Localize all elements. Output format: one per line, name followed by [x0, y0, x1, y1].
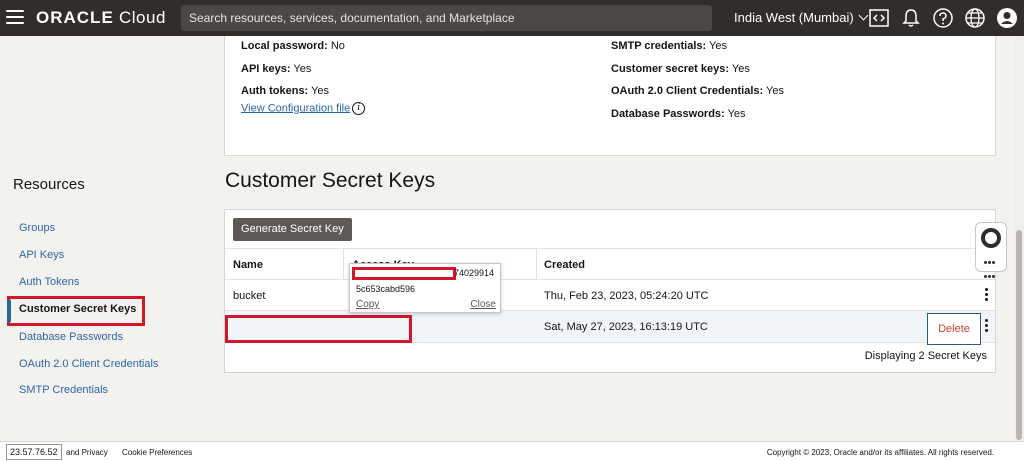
- table-footer-count: Displaying 2 Secret Keys: [864, 350, 987, 362]
- search-input[interactable]: Search resources, services, documentatio…: [181, 5, 712, 31]
- smtp-detail: SMTP credentials: Yes: [611, 40, 727, 52]
- row-created: Thu, Feb 23, 2023, 05:24:20 UTC: [544, 290, 709, 302]
- globe-icon[interactable]: [964, 7, 986, 29]
- sidebar-item-database-passwords[interactable]: Database Passwords: [19, 331, 123, 343]
- help-icon[interactable]: [932, 7, 954, 29]
- secret-keys-table: Generate Secret Key Name Access Key Crea…: [224, 209, 996, 373]
- active-indicator: [7, 300, 11, 322]
- column-header-name[interactable]: Name: [233, 259, 263, 271]
- hamburger-menu-icon[interactable]: [6, 10, 24, 24]
- copyright-text: Copyright © 2023, Oracle and/or its affi…: [766, 448, 994, 457]
- bell-icon[interactable]: [900, 7, 922, 29]
- row-actions-icon[interactable]: [985, 288, 989, 302]
- cookie-preferences-link[interactable]: Cookie Preferences: [122, 448, 192, 457]
- delete-menu-item[interactable]: Delete: [927, 313, 981, 345]
- column-divider: [343, 248, 344, 280]
- sidebar-item-oauth-credentials[interactable]: OAuth 2.0 Client Credentials: [19, 358, 158, 370]
- help-widget[interactable]: [975, 222, 1007, 278]
- ip-address-tooltip: 23.57.76.52: [6, 444, 62, 460]
- user-avatar-icon[interactable]: [996, 7, 1018, 29]
- scrollbar-thumb[interactable]: [1016, 230, 1022, 440]
- highlight-annotation: [7, 296, 145, 326]
- row-name: bucket: [233, 290, 266, 302]
- scrollbar[interactable]: [1014, 36, 1024, 441]
- copy-link[interactable]: Copy: [356, 299, 379, 310]
- view-configuration-link[interactable]: View Configuration file i: [241, 102, 366, 115]
- row-actions-icon[interactable]: [985, 319, 989, 333]
- generate-secret-key-button[interactable]: Generate Secret Key: [233, 218, 352, 241]
- sidebar-item-api-keys[interactable]: API Keys: [19, 249, 64, 261]
- db-passwords-detail: Database Passwords: Yes: [611, 108, 746, 120]
- access-key-suffix: 74029914: [454, 268, 495, 278]
- page-title: Customer Secret Keys: [225, 169, 436, 192]
- api-keys-detail: API keys: Yes: [241, 63, 312, 75]
- customer-secret-detail: Customer secret keys: Yes: [611, 63, 750, 75]
- column-header-created[interactable]: Created: [544, 259, 585, 271]
- lifebuoy-icon: [981, 228, 1001, 248]
- oauth-detail: OAuth 2.0 Client Credentials: Yes: [611, 85, 785, 97]
- region-selector[interactable]: India West (Mumbai): [734, 10, 869, 25]
- oracle-cloud-logo[interactable]: ORACLE Cloud: [36, 8, 166, 28]
- local-password-detail: Local password: No: [241, 40, 345, 52]
- access-key-line: 5c653cabd596: [356, 284, 416, 294]
- footer-bar: 23.57.76.52 and Privacy Cookie Preferenc…: [0, 441, 1024, 461]
- top-navigation-bar: ORACLE Cloud Search resources, services,…: [0, 0, 1024, 36]
- access-key-popup: 74029914 5c653cabd596 Copy Close: [349, 263, 501, 313]
- resources-title: Resources: [13, 176, 85, 193]
- grid-dots-icon: [984, 255, 998, 278]
- user-details-card: Local password: No API keys: Yes Auth to…: [224, 36, 996, 156]
- chevron-down-icon: [858, 10, 869, 21]
- resources-sidebar: Resources Groups API Keys Auth Tokens Cu…: [0, 36, 208, 441]
- table-header: Name Access Key Created: [225, 248, 995, 280]
- sidebar-item-smtp-credentials[interactable]: SMTP Credentials: [19, 384, 108, 396]
- sidebar-item-auth-tokens[interactable]: Auth Tokens: [19, 276, 79, 288]
- column-divider: [536, 248, 537, 280]
- terms-privacy-link[interactable]: and Privacy: [66, 448, 108, 457]
- redaction-box: [225, 315, 412, 343]
- row-created: Sat, May 27, 2023, 16:13:19 UTC: [544, 321, 708, 333]
- close-link[interactable]: Close: [470, 299, 496, 310]
- auth-tokens-detail: Auth tokens: Yes: [241, 85, 330, 97]
- redaction-box: [352, 267, 456, 280]
- table-row: bucket Thu, Feb 23, 2023, 05:24:20 UTC: [225, 280, 995, 311]
- sidebar-item-groups[interactable]: Groups: [19, 222, 55, 234]
- info-icon[interactable]: i: [352, 102, 366, 115]
- code-editor-icon[interactable]: [868, 7, 890, 29]
